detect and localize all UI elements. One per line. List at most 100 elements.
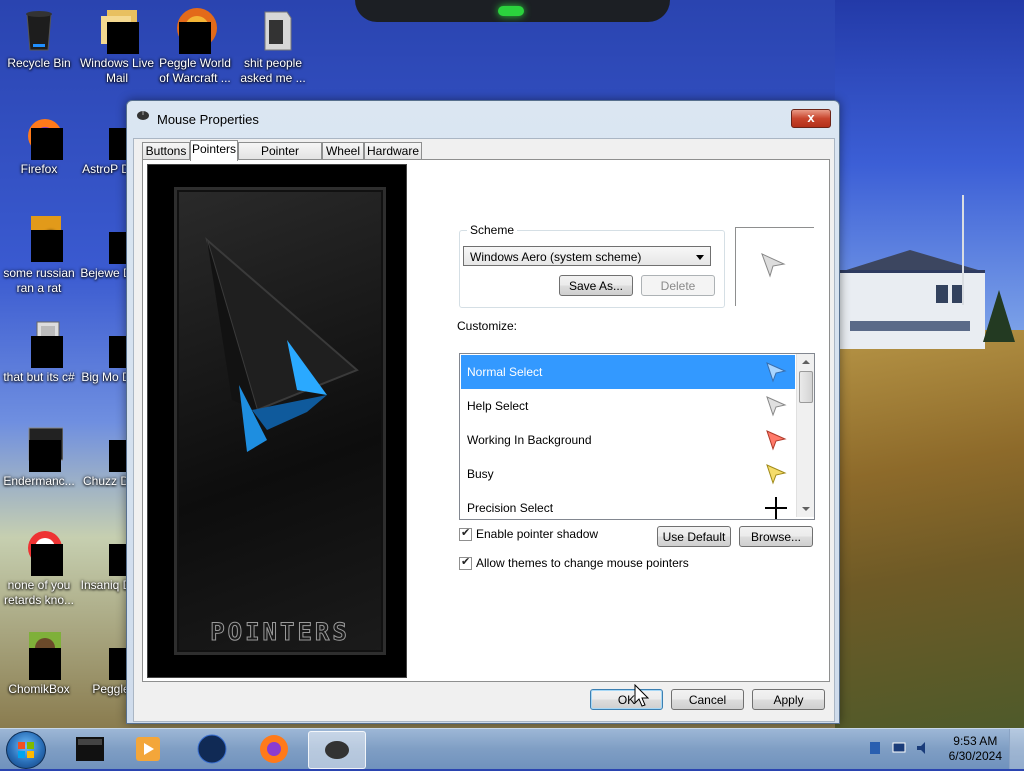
desktop-icon-label: Windows Live Mail	[79, 56, 155, 85]
mouse-cursor-icon	[634, 684, 650, 707]
title-bar[interactable]: Mouse Properties x	[127, 101, 839, 129]
scheme-label: Scheme	[467, 223, 518, 237]
tab-hardware[interactable]: Hardware	[364, 142, 422, 160]
checkbox[interactable]: ✔	[459, 556, 472, 570]
pointers-tab-panel: POINTERS Scheme Windows Aero (system sch…	[142, 159, 830, 682]
list-item[interactable]: Working In Background	[461, 423, 795, 457]
desktop-icon-windows-live-mail[interactable]: Windows Live Mail	[78, 6, 156, 86]
use-default-button[interactable]: Use Default	[657, 526, 731, 547]
shortcut-icon	[15, 320, 63, 368]
checkbox[interactable]: ✔	[459, 527, 472, 541]
list-item[interactable]: Help Select	[461, 389, 795, 423]
desktop-icon-russian-rat[interactable]: e some russian ran a rat	[0, 216, 78, 296]
media-player-icon	[136, 737, 160, 761]
desktop-icon-endermanch[interactable]: Endermanc...	[0, 424, 78, 489]
desktop-icon-folder[interactable]: shit people asked me ...	[234, 6, 312, 86]
clock-time: 9:53 AM	[953, 734, 998, 748]
app-icon	[15, 528, 63, 576]
desktop-icon-peggle-wow[interactable]: Peggle World of Warcraft ...	[156, 6, 234, 86]
save-as-button[interactable]: Save As...	[559, 275, 633, 296]
ok-button[interactable]: OK	[590, 689, 663, 710]
pointer-label: Normal Select	[467, 365, 543, 379]
allow-themes-label: Allow themes to change mouse pointers	[476, 556, 689, 570]
taskbar-app-1[interactable]	[64, 731, 116, 767]
pointer-label: Working In Background	[467, 433, 592, 447]
arrow-cursor-icon	[765, 361, 787, 383]
scroll-up-icon[interactable]	[802, 360, 810, 364]
volume-icon[interactable]	[916, 741, 930, 755]
artwork-frame: POINTERS	[174, 187, 386, 655]
desktop-icon-firefox[interactable]: Firefox	[0, 112, 78, 177]
scroll-thumb[interactable]	[799, 371, 813, 403]
start-button[interactable]	[6, 731, 46, 769]
redacted-block	[29, 648, 61, 680]
busy-cursor-icon	[765, 463, 787, 485]
close-button[interactable]: x	[791, 109, 831, 128]
window-title: Mouse Properties	[157, 112, 259, 127]
redacted-block	[31, 230, 63, 262]
wallpaper-lawn	[835, 330, 1024, 730]
list-scrollbar[interactable]	[796, 354, 814, 517]
tab-wheel[interactable]: Wheel	[322, 142, 364, 160]
desktop-icon-label: shit people asked me ...	[240, 56, 306, 85]
clock-date: 6/30/2024	[948, 749, 1002, 763]
desktop-icon-that-but-csharp[interactable]: that but its c#	[0, 320, 78, 385]
pointers-artwork-text: POINTERS	[210, 618, 350, 647]
redacted-block	[31, 544, 63, 576]
house-porch	[850, 321, 970, 331]
windows-logo-icon	[18, 742, 34, 758]
desktop-icon-label: Recycle Bin	[7, 56, 71, 70]
redacted-block	[107, 22, 139, 54]
redacted-block	[31, 128, 63, 160]
cursor-logo-graphic	[205, 237, 359, 452]
browse-button[interactable]: Browse...	[739, 526, 813, 547]
taskbar-app-3[interactable]	[186, 731, 238, 767]
pointer-preview	[735, 227, 814, 306]
tab-buttons[interactable]: Buttons	[142, 142, 190, 160]
list-item[interactable]: Busy	[461, 457, 795, 491]
desktop-icon-label: none of you retards kno...	[3, 578, 75, 607]
firefox-icon	[15, 112, 63, 160]
taskbar-mouse-properties[interactable]	[308, 731, 366, 769]
desktop-icon-label: Endermanc...	[3, 474, 75, 488]
taskbar-firefox[interactable]	[248, 731, 300, 767]
mouse-icon	[325, 741, 349, 759]
mouse-properties-window: Mouse Properties x Buttons Pointers Poin…	[126, 100, 840, 724]
wallpaper-flagpole	[962, 195, 964, 305]
folder-icon	[249, 6, 297, 54]
network-icon[interactable]	[892, 741, 906, 755]
desktop-icon-none-of-you[interactable]: none of you retards kno...	[0, 528, 78, 608]
cancel-button[interactable]: Cancel	[671, 689, 744, 710]
scroll-down-icon[interactable]	[802, 507, 810, 511]
desktop-gadget	[355, 0, 670, 22]
pointers-artwork: POINTERS	[147, 164, 407, 678]
checkmark-icon: ✔	[461, 527, 471, 539]
arrow-cursor-icon	[761, 253, 786, 278]
gadget-led	[498, 6, 524, 16]
scheme-selected-value: Windows Aero (system scheme)	[470, 250, 642, 264]
desktop-icon-label: ChomikBox	[8, 682, 70, 696]
tab-pointer-options[interactable]: Pointer Options	[238, 142, 322, 175]
peggle-icon	[171, 6, 219, 54]
scheme-groupbox	[459, 230, 725, 308]
desktop-icon-chomikbox[interactable]: ChomikBox	[0, 632, 78, 697]
desktop-icon-recycle-bin[interactable]: Recycle Bin	[0, 6, 78, 71]
dialog-client: Buttons Pointers Pointer Options Wheel H…	[133, 138, 835, 722]
scheme-dropdown[interactable]: Windows Aero (system scheme)	[463, 246, 711, 266]
list-item[interactable]: Normal Select	[461, 355, 795, 389]
crosshair-cursor-icon	[765, 497, 787, 519]
taskbar-clock[interactable]: 9:53 AM 6/30/2024	[949, 734, 1002, 764]
chomikbox-icon	[15, 632, 63, 680]
mail-icon	[93, 6, 141, 54]
notification-flag-icon[interactable]	[868, 741, 882, 755]
list-item[interactable]: Precision Select	[461, 491, 795, 519]
dark-box-icon	[76, 737, 104, 761]
show-desktop-button[interactable]	[1009, 729, 1024, 769]
tab-pointers[interactable]: Pointers	[190, 140, 238, 161]
taskbar-media-player[interactable]	[122, 731, 174, 767]
pointer-list[interactable]: Normal Select Help Select Working In Bac…	[459, 353, 815, 520]
apply-button[interactable]: Apply	[752, 689, 825, 710]
house-window	[936, 285, 948, 303]
delete-button[interactable]: Delete	[641, 275, 715, 296]
firefox-icon	[260, 735, 288, 763]
